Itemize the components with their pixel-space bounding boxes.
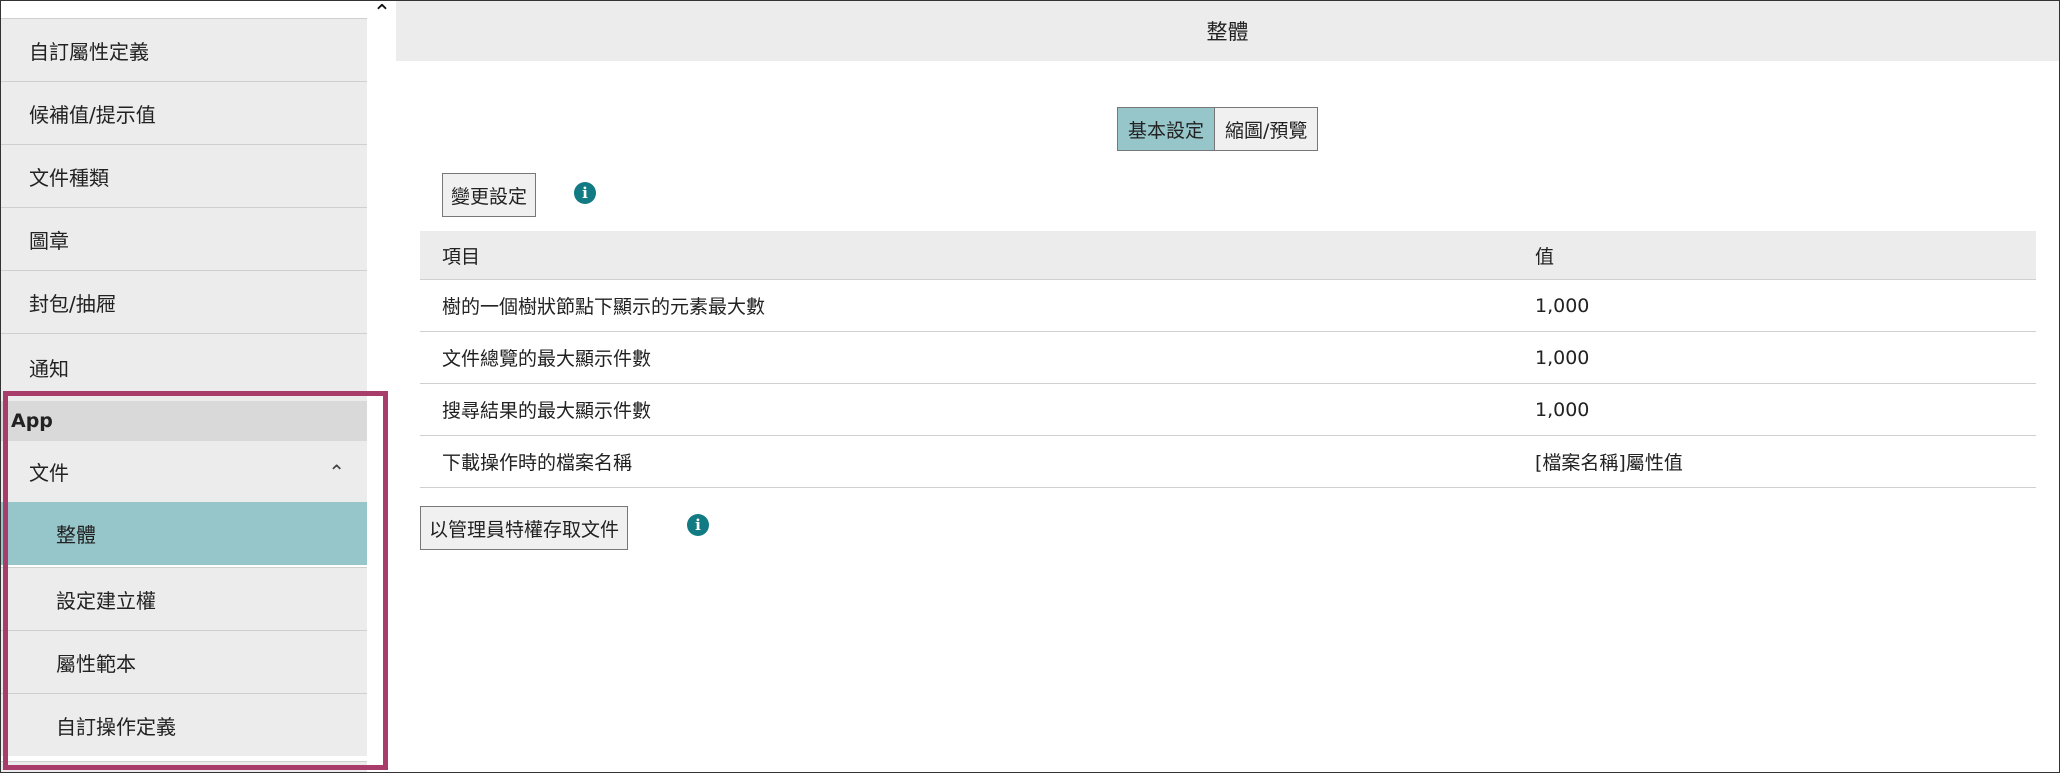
tab-basic-settings[interactable]: 基本設定 bbox=[1117, 107, 1216, 151]
sidebar-item-label: 自訂屬性定義 bbox=[29, 39, 149, 64]
sidebar-item-custom-operations[interactable]: 自訂操作定義 bbox=[1, 693, 367, 756]
sidebar-group-label: 文件 bbox=[29, 461, 69, 485]
sidebar-bottom-strip bbox=[1, 761, 367, 772]
sidebar-item-creation-permissions[interactable]: 設定建立權 bbox=[1, 567, 367, 630]
table-row: 文件總覽的最大顯示件數 1,000 bbox=[420, 331, 2036, 384]
info-icon[interactable]: i bbox=[687, 514, 709, 536]
sidebar-item-notifications[interactable]: 通知 bbox=[1, 333, 367, 401]
sidebar-item-label: 文件種類 bbox=[29, 165, 109, 190]
row-item: 搜尋結果的最大顯示件數 bbox=[420, 383, 1513, 436]
sidebar-item-label: 屬性範本 bbox=[56, 651, 136, 676]
sidebar: ⌃ 自訂屬性定義 候補值/提示值 文件種類 圖章 封包/抽屜 通知 App 文件… bbox=[1, 1, 393, 772]
sidebar-item-label: 候補值/提示值 bbox=[29, 102, 156, 127]
table-row: 搜尋結果的最大顯示件數 1,000 bbox=[420, 383, 2036, 436]
tab-label: 基本設定 bbox=[1128, 119, 1205, 142]
sidebar-section-app: App bbox=[1, 401, 367, 441]
row-item: 樹的一個樹狀節點下顯示的元素最大數 bbox=[420, 279, 1513, 332]
admin-access-button[interactable]: 以管理員特權存取文件 bbox=[420, 506, 629, 550]
info-icon[interactable]: i bbox=[574, 182, 596, 204]
sidebar-item-overall[interactable]: 整體 bbox=[1, 502, 367, 565]
column-header-item: 項目 bbox=[420, 231, 1513, 280]
row-value: 1,000 bbox=[1513, 331, 2036, 384]
sidebar-item-label: 圖章 bbox=[29, 228, 69, 253]
chevron-up-icon[interactable]: ⌃ bbox=[371, 3, 393, 25]
row-value: 1,000 bbox=[1513, 279, 2036, 332]
sidebar-item-custom-attribute[interactable]: 自訂屬性定義 bbox=[1, 18, 367, 81]
sidebar-section-label: App bbox=[11, 410, 53, 432]
sidebar-item-label: 整體 bbox=[56, 523, 96, 547]
sidebar-item-candidate-values[interactable]: 候補值/提示值 bbox=[1, 81, 367, 144]
sidebar-item-attribute-templates[interactable]: 屬性範本 bbox=[1, 630, 367, 693]
sidebar-item-label: 封包/抽屜 bbox=[29, 291, 116, 316]
tab-bar: 基本設定 縮圖/預覽 bbox=[1117, 107, 1319, 151]
sidebar-item-label: 通知 bbox=[29, 357, 69, 381]
row-item: 下載操作時的檔案名稱 bbox=[420, 435, 1513, 488]
row-item: 文件總覽的最大顯示件數 bbox=[420, 331, 1513, 384]
table-header-row: 項目 值 bbox=[420, 231, 2036, 280]
table-row: 樹的一個樹狀節點下顯示的元素最大數 1,000 bbox=[420, 279, 2036, 332]
row-value: 1,000 bbox=[1513, 383, 2036, 436]
page-title-text: 整體 bbox=[1206, 20, 1249, 44]
page-title: 整體 bbox=[396, 1, 2059, 61]
main-panel: 整體 基本設定 縮圖/預覽 變更設定 i 項目 值 樹的一個樹狀節點下顯示的元素… bbox=[396, 1, 2059, 772]
admin-access-label: 以管理員特權存取文件 bbox=[429, 518, 620, 541]
table-row: 下載操作時的檔案名稱 [檔案名稱]屬性值 bbox=[420, 435, 2036, 488]
tab-thumbnail-preview[interactable]: 縮圖/預覽 bbox=[1215, 107, 1319, 151]
sidebar-item-label: 設定建立權 bbox=[56, 588, 156, 613]
change-settings-label: 變更設定 bbox=[451, 185, 528, 208]
row-value: [檔案名稱]屬性值 bbox=[1513, 435, 2036, 488]
sidebar-item-stamps[interactable]: 圖章 bbox=[1, 207, 367, 270]
sidebar-item-label: 自訂操作定義 bbox=[56, 714, 176, 739]
tab-label: 縮圖/預覽 bbox=[1225, 119, 1308, 142]
chevron-up-icon[interactable]: ⌃ bbox=[328, 460, 345, 484]
change-settings-button[interactable]: 變更設定 bbox=[442, 173, 537, 217]
settings-table: 項目 值 樹的一個樹狀節點下顯示的元素最大數 1,000 文件總覽的最大顯示件數… bbox=[420, 231, 2036, 488]
sidebar-item-packages[interactable]: 封包/抽屜 bbox=[1, 270, 367, 333]
column-header-value: 值 bbox=[1513, 231, 2036, 280]
sidebar-item-document-types[interactable]: 文件種類 bbox=[1, 144, 367, 207]
sidebar-group-documents[interactable]: 文件 ⌃ bbox=[1, 441, 367, 502]
